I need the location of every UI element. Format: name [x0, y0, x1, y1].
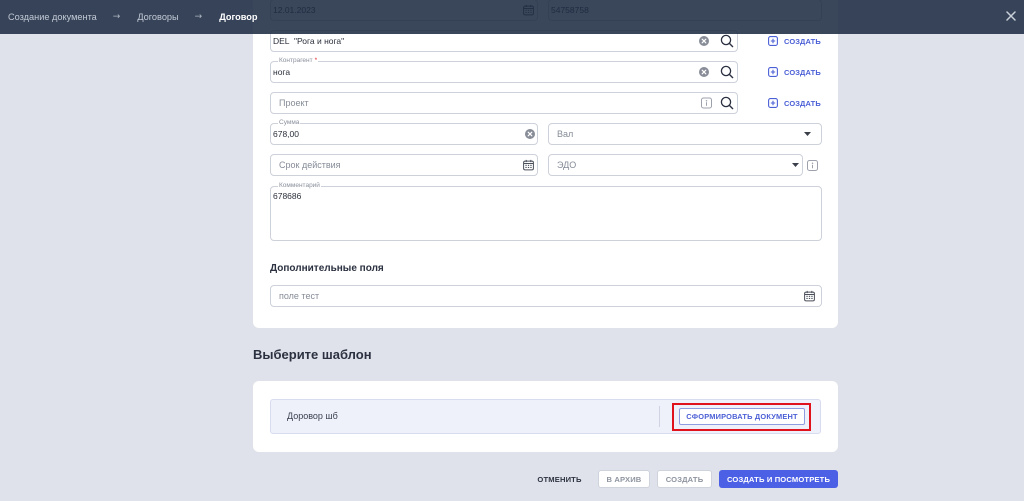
template-card: Доровор шб СФОРМИРОВАТЬ ДОКУМЕНТ [253, 381, 838, 452]
create-and-view-button[interactable]: СОЗДАТЬ И ПОСМОТРЕТЬ [719, 470, 838, 488]
cancel-button[interactable]: ОТМЕНИТЬ [530, 470, 589, 488]
additional-test-input[interactable] [271, 286, 821, 306]
validity-input[interactable] [271, 155, 537, 175]
create-project-button[interactable]: СОЗДАТЬ [768, 92, 821, 114]
clear-icon[interactable] [699, 36, 709, 46]
calendar-icon[interactable] [523, 159, 534, 171]
top-bar: Создание документа → Договоры → Договор [0, 0, 1024, 34]
create-project-label: СОЗДАТЬ [784, 98, 821, 108]
chevron-down-icon[interactable] [792, 163, 799, 167]
create-counterparty-button[interactable]: СОЗДАТЬ [768, 61, 821, 83]
plus-square-icon [768, 67, 778, 77]
organization-input[interactable] [271, 31, 737, 51]
breadcrumb-separator: → [194, 12, 203, 22]
counterparty-input[interactable] [271, 62, 737, 82]
chevron-down-icon[interactable] [804, 132, 811, 136]
additional-test-field [270, 285, 822, 307]
generate-document-button[interactable]: СФОРМИРОВАТЬ ДОКУМЕНТ [679, 408, 805, 425]
comment-label: Комментарий [278, 182, 321, 190]
amount-label: Сумма [278, 119, 301, 127]
counterparty-field: Контрагент * [270, 57, 738, 83]
create-organization-label: СОЗДАТЬ [784, 36, 821, 46]
edo-input[interactable] [549, 155, 802, 175]
breadcrumb: Создание документа → Договоры → Договор [8, 0, 258, 34]
comment-field: Комментарий 678686 [270, 182, 822, 241]
search-icon[interactable] [720, 34, 734, 48]
project-field [270, 92, 738, 114]
breadcrumb-contract: Договор [219, 12, 258, 22]
clear-icon[interactable] [699, 67, 709, 77]
archive-button[interactable]: В АРХИВ [598, 470, 650, 488]
create-button[interactable]: СОЗДАТЬ [657, 470, 712, 488]
clear-icon[interactable] [525, 129, 535, 139]
plus-square-icon [768, 98, 778, 108]
required-mark: * [314, 57, 318, 64]
breadcrumb-contracts[interactable]: Договоры [137, 12, 178, 22]
counterparty-label-text: Контрагент [279, 57, 313, 64]
close-icon[interactable] [1004, 9, 1018, 23]
template-section-title: Выберите шаблон [253, 347, 372, 362]
info-icon[interactable] [807, 160, 818, 171]
counterparty-label: Контрагент * [278, 57, 319, 65]
search-icon[interactable] [720, 65, 734, 79]
plus-square-icon [768, 36, 778, 46]
search-icon[interactable] [720, 96, 734, 110]
breadcrumb-separator: → [112, 12, 121, 22]
currency-input[interactable] [549, 124, 821, 144]
comment-textarea[interactable]: 678686 [271, 187, 821, 240]
create-counterparty-label: СОЗДАТЬ [784, 67, 821, 77]
calendar-icon[interactable] [804, 290, 815, 302]
amount-input[interactable] [271, 124, 537, 144]
validity-field [270, 154, 538, 176]
currency-select [548, 123, 822, 145]
template-divider [659, 406, 660, 427]
breadcrumb-create-document[interactable]: Создание документа [8, 12, 97, 22]
project-input[interactable] [271, 93, 737, 113]
info-icon[interactable] [701, 97, 712, 109]
document-form-card: СОЗДАТЬ Контрагент* СОЗДАТЬ СОЗДАТЬ [253, 0, 838, 328]
additional-fields-title: Дополнительные поля [270, 263, 384, 274]
template-name: Доровор шб [287, 411, 338, 421]
edo-select [548, 154, 803, 176]
template-row: Доровор шб СФОРМИРОВАТЬ ДОКУМЕНТ [270, 399, 821, 434]
amount-field: Сумма [270, 119, 538, 145]
